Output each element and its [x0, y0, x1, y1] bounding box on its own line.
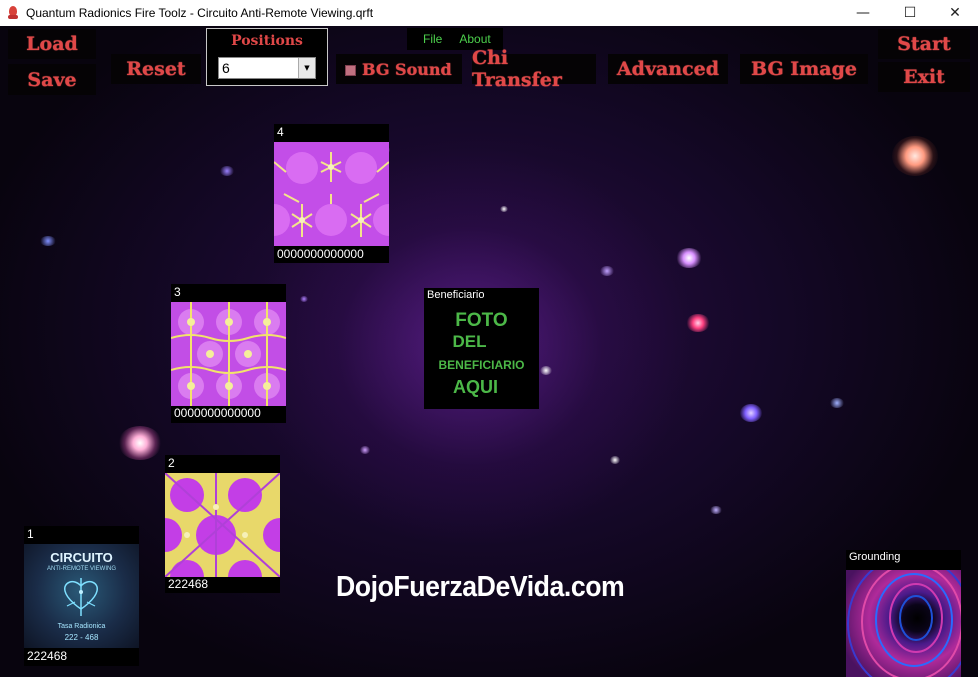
anti-remote-symbol-icon: [64, 578, 98, 616]
position-4-card[interactable]: 4 0000000000000: [274, 124, 389, 263]
position-2-image[interactable]: [165, 473, 280, 577]
window-title: Quantum Radionics Fire Toolz - Circuito …: [26, 6, 374, 20]
beneficiario-label: Beneficiario: [427, 289, 485, 301]
beneficiario-photo-placeholder[interactable]: FOTO DEL BENEFICIARIO AQUI: [424, 306, 539, 409]
exit-button[interactable]: Exit: [878, 62, 970, 92]
bg-sound-checkbox[interactable]: [345, 65, 356, 76]
position-4-image[interactable]: [274, 142, 389, 246]
menu-about[interactable]: About: [459, 32, 490, 46]
beneficiario-line1: FOTO: [455, 310, 508, 331]
position-1-card[interactable]: 1 CIRCUITO ANTI-REMOTE VIEWING Tasa Radi…: [24, 526, 139, 666]
beneficiario-line2: DEL: [452, 332, 487, 351]
load-button[interactable]: Load: [8, 29, 96, 59]
position-1-image-footer1: Tasa Radionica: [57, 623, 106, 630]
position-1-image-subtitle: ANTI-REMOTE VIEWING: [47, 566, 116, 572]
position-4-value: 0000000000000: [277, 247, 364, 261]
position-1-image-footer2: 222 - 468: [64, 633, 99, 642]
reset-button[interactable]: Reset: [111, 54, 201, 84]
maximize-button[interactable]: ☐: [887, 0, 933, 26]
position-1-image-title: CIRCUITO: [50, 550, 113, 565]
chevron-down-icon[interactable]: ▼: [298, 58, 315, 78]
position-1-image[interactable]: CIRCUITO ANTI-REMOTE VIEWING Tasa Radion…: [24, 544, 139, 648]
positions-dropdown[interactable]: 6 ▼: [218, 57, 316, 79]
start-button[interactable]: Start: [878, 29, 970, 59]
minimize-button[interactable]: —: [840, 0, 886, 26]
position-2-value: 222468: [168, 577, 209, 591]
advanced-button[interactable]: Advanced: [608, 54, 728, 84]
watermark-text: DojoFuerzaDeVida.com: [336, 571, 625, 603]
menu-file[interactable]: File: [423, 32, 442, 46]
position-1-value: 222468: [27, 649, 68, 663]
beneficiario-line4: AQUI: [453, 377, 498, 397]
flame-app-icon: [7, 6, 19, 20]
grounding-card[interactable]: Grounding: [846, 550, 961, 677]
position-3-value: 0000000000000: [174, 406, 261, 420]
position-1-label: 1: [27, 527, 34, 541]
position-3-image[interactable]: [171, 302, 286, 406]
positions-panel: Positions 6 ▼: [206, 28, 328, 86]
position-2-card[interactable]: 2 222468: [165, 455, 280, 593]
title-bar: Quantum Radionics Fire Toolz - Circuito …: [0, 0, 978, 26]
close-button[interactable]: ✕: [932, 0, 978, 26]
positions-label: Positions: [231, 33, 303, 49]
grounding-image[interactable]: [846, 570, 961, 677]
position-3-card[interactable]: 3 0000000000000: [171, 284, 286, 423]
grounding-label: Grounding: [849, 551, 901, 563]
bg-image-button[interactable]: BG Image: [740, 54, 868, 84]
save-button[interactable]: Save: [8, 64, 96, 95]
beneficiario-line3: BENEFICIARIO: [438, 358, 525, 372]
beneficiario-card[interactable]: Beneficiario FOTO DEL BENEFICIARIO AQUI: [424, 288, 539, 409]
positions-value: 6: [222, 60, 230, 76]
position-2-label: 2: [168, 456, 175, 470]
position-4-label: 4: [277, 125, 284, 139]
position-3-label: 3: [174, 285, 181, 299]
chi-transfer-button[interactable]: Chi Transfer: [472, 47, 596, 91]
